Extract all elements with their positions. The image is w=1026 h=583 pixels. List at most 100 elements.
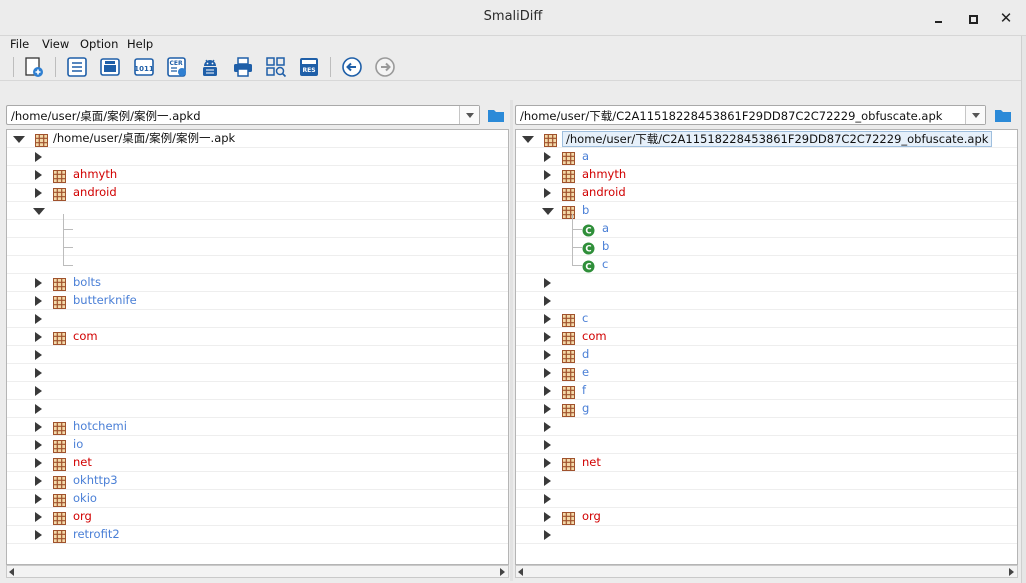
package-row[interactable] (7, 310, 508, 328)
grid-search-icon[interactable] (265, 56, 287, 78)
expand-toggle[interactable] (542, 512, 552, 522)
image-icon[interactable] (99, 56, 121, 78)
class-row[interactable]: Cc (516, 256, 1017, 274)
package-row[interactable]: org (7, 508, 508, 526)
new-file-icon[interactable] (23, 56, 45, 78)
expand-toggle[interactable] (33, 512, 43, 522)
expand-toggle[interactable] (33, 476, 43, 486)
package-row[interactable]: io (7, 436, 508, 454)
package-row[interactable]: butterknife (7, 292, 508, 310)
package-row[interactable]: a (516, 148, 1017, 166)
right-horizontal-scrollbar[interactable] (515, 565, 1018, 578)
expand-toggle[interactable] (33, 386, 43, 396)
package-row[interactable]: e (516, 364, 1017, 382)
expand-toggle[interactable] (33, 278, 43, 288)
expand-toggle[interactable] (33, 206, 45, 216)
expand-toggle[interactable] (33, 422, 43, 432)
package-row[interactable] (516, 418, 1017, 436)
child-row[interactable] (7, 220, 508, 238)
package-row[interactable]: com (516, 328, 1017, 346)
package-row[interactable]: okhttp3 (7, 472, 508, 490)
right-tree-view[interactable]: /home/user/下载/C2A11518228453861F29DD87C2… (515, 129, 1018, 565)
expand-toggle[interactable] (33, 530, 43, 540)
expand-toggle[interactable] (542, 188, 552, 198)
expand-toggle[interactable] (33, 314, 43, 324)
package-row[interactable] (516, 472, 1017, 490)
tree-root-row[interactable]: /home/user/桌面/案例/案例一.apk (7, 130, 508, 148)
package-row[interactable]: f (516, 382, 1017, 400)
package-row[interactable]: net (516, 454, 1017, 472)
resource-icon[interactable]: RES (298, 56, 320, 78)
package-row[interactable] (7, 382, 508, 400)
expand-toggle[interactable] (33, 188, 43, 198)
chevron-down-icon[interactable] (965, 106, 985, 124)
expand-toggle[interactable] (33, 404, 43, 414)
left-path-combobox[interactable]: /home/user/桌面/案例/案例一.apkd (6, 105, 480, 125)
package-row[interactable]: g (516, 400, 1017, 418)
expand-toggle[interactable] (542, 530, 552, 540)
menu-file[interactable]: File (10, 37, 29, 51)
package-row[interactable] (516, 292, 1017, 310)
scroll-right-arrow[interactable] (500, 568, 505, 576)
close-button[interactable]: ✕ (996, 8, 1016, 28)
expand-toggle[interactable] (542, 386, 552, 396)
expand-toggle[interactable] (33, 494, 43, 504)
package-row[interactable] (7, 400, 508, 418)
package-row[interactable] (7, 346, 508, 364)
expand-toggle[interactable] (542, 206, 554, 216)
folder-icon[interactable] (487, 106, 505, 124)
package-row[interactable]: hotchemi (7, 418, 508, 436)
certificate-icon[interactable]: CER (166, 56, 188, 78)
class-row[interactable]: Ca (516, 220, 1017, 238)
chevron-down-icon[interactable] (459, 106, 479, 124)
expand-toggle[interactable] (13, 134, 25, 144)
scroll-left-arrow[interactable] (9, 568, 14, 576)
package-row[interactable]: okio (7, 490, 508, 508)
child-row[interactable] (7, 256, 508, 274)
package-row[interactable]: org (516, 508, 1017, 526)
scroll-left-arrow[interactable] (518, 568, 523, 576)
expand-toggle[interactable] (542, 458, 552, 468)
package-row[interactable]: android (516, 184, 1017, 202)
expand-toggle[interactable] (542, 170, 552, 180)
expand-toggle[interactable] (542, 494, 552, 504)
package-row[interactable]: b (516, 202, 1017, 220)
package-row[interactable]: c (516, 310, 1017, 328)
minimize-button[interactable] (928, 8, 948, 28)
package-row[interactable] (516, 436, 1017, 454)
right-path-combobox[interactable]: /home/user/下载/C2A11518228453861F29DD87C2… (515, 105, 986, 125)
child-row[interactable] (7, 238, 508, 256)
left-horizontal-scrollbar[interactable] (6, 565, 509, 578)
expand-toggle[interactable] (542, 278, 552, 288)
left-tree-view[interactable]: /home/user/桌面/案例/案例一.apk ahmyth android bol… (6, 129, 509, 565)
print-icon[interactable] (232, 56, 254, 78)
package-row[interactable]: ahmyth (516, 166, 1017, 184)
package-row[interactable] (7, 202, 508, 220)
expand-toggle[interactable] (542, 422, 552, 432)
expand-toggle[interactable] (33, 170, 43, 180)
expand-toggle[interactable] (33, 332, 43, 342)
expand-toggle[interactable] (33, 350, 43, 360)
expand-toggle[interactable] (33, 458, 43, 468)
package-row[interactable]: bolts (7, 274, 508, 292)
expand-toggle[interactable] (542, 368, 552, 378)
expand-toggle[interactable] (542, 296, 552, 306)
scroll-right-arrow[interactable] (1009, 568, 1014, 576)
expand-toggle[interactable] (542, 476, 552, 486)
expand-toggle[interactable] (33, 440, 43, 450)
package-row[interactable] (516, 274, 1017, 292)
expand-toggle[interactable] (542, 314, 552, 324)
maximize-button[interactable] (962, 8, 982, 28)
expand-toggle[interactable] (542, 152, 552, 162)
package-row[interactable] (7, 148, 508, 166)
package-row[interactable]: com (7, 328, 508, 346)
expand-toggle[interactable] (542, 440, 552, 450)
package-row[interactable]: ahmyth (7, 166, 508, 184)
binary-icon[interactable]: 1011 (133, 56, 155, 78)
menu-view[interactable]: View (42, 37, 69, 51)
package-row[interactable]: retrofit2 (7, 526, 508, 544)
forward-icon[interactable] (374, 56, 396, 78)
expand-toggle[interactable] (33, 296, 43, 306)
package-row[interactable]: net (7, 454, 508, 472)
package-row[interactable] (516, 526, 1017, 544)
